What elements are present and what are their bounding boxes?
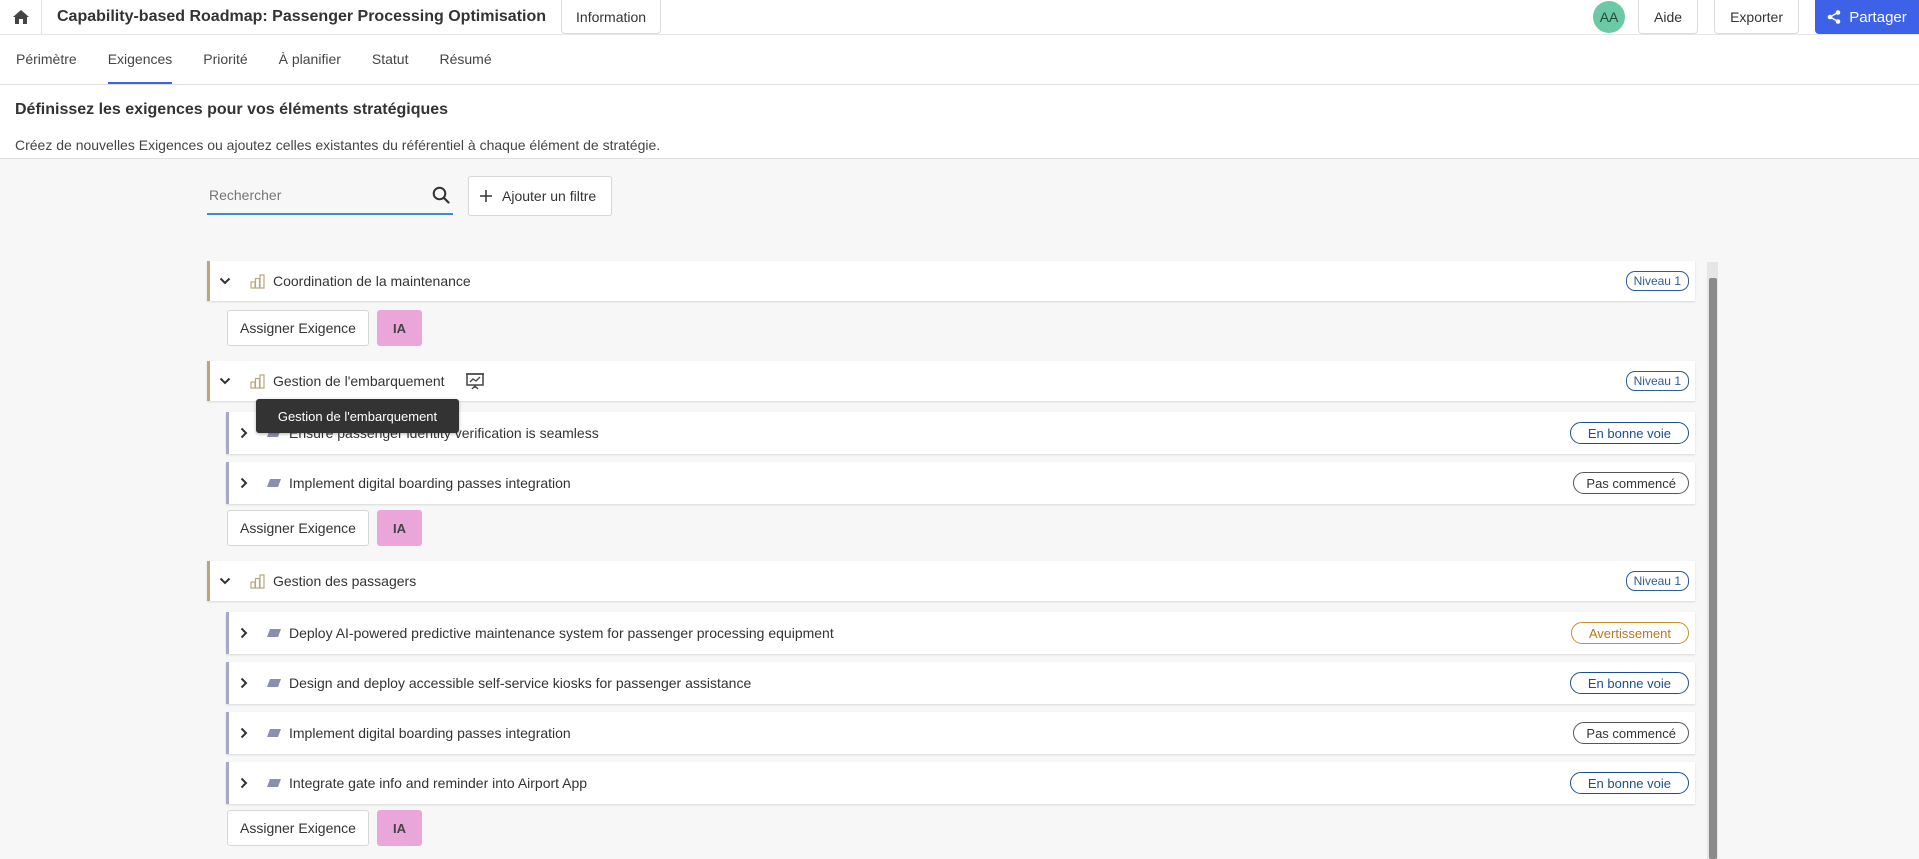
section-description: Créez de nouvelles Exigences ou ajoutez … bbox=[15, 137, 661, 153]
search-input[interactable] bbox=[209, 187, 409, 203]
requirement-row[interactable]: Design and deploy accessible self-servic… bbox=[226, 662, 1695, 704]
assign-requirement-button[interactable]: Assigner Exigence bbox=[227, 510, 369, 546]
tab-perimetre[interactable]: Périmètre bbox=[16, 34, 77, 84]
ia-button[interactable]: IA bbox=[376, 510, 422, 546]
status-badge: En bonne voie bbox=[1569, 772, 1689, 794]
information-button[interactable]: Information bbox=[561, 0, 662, 34]
avatar[interactable]: AA bbox=[1593, 1, 1626, 33]
requirement-icon bbox=[267, 479, 281, 487]
search-box bbox=[207, 177, 453, 215]
status-badge: En bonne voie bbox=[1569, 672, 1689, 694]
chevron-right-icon[interactable] bbox=[237, 476, 251, 490]
requirement-label: Integrate gate info and reminder into Ai… bbox=[289, 775, 588, 791]
chevron-down-icon[interactable] bbox=[218, 274, 232, 288]
assign-actions: Assigner Exigence IA bbox=[227, 510, 422, 546]
level-badge: Niveau 1 bbox=[1625, 371, 1689, 391]
tab-statut[interactable]: Statut bbox=[372, 34, 409, 84]
requirement-row[interactable]: Deploy AI-powered predictive maintenance… bbox=[226, 612, 1695, 654]
section-title: Définissez les exigences pour vos élémen… bbox=[15, 101, 449, 118]
requirement-label: Implement digital boarding passes integr… bbox=[289, 475, 571, 491]
tab-resume[interactable]: Résumé bbox=[440, 34, 492, 84]
capability-icon bbox=[250, 573, 265, 589]
requirement-icon bbox=[267, 779, 281, 787]
ia-button[interactable]: IA bbox=[376, 810, 422, 846]
assign-actions: Assigner Exigence IA bbox=[227, 810, 422, 846]
share-icon bbox=[1827, 10, 1841, 24]
status-badge: En bonne voie bbox=[1569, 422, 1689, 444]
level-badge: Niveau 1 bbox=[1625, 271, 1689, 291]
share-label: Partager bbox=[1849, 8, 1907, 26]
requirement-row[interactable]: Implement digital boarding passes integr… bbox=[226, 462, 1695, 504]
plus-icon bbox=[480, 190, 492, 202]
status-badge: Pas commencé bbox=[1573, 722, 1689, 744]
tab-a-planifier[interactable]: À planifier bbox=[279, 34, 341, 84]
requirement-row[interactable]: Integrate gate info and reminder into Ai… bbox=[226, 762, 1695, 804]
chevron-right-icon[interactable] bbox=[237, 726, 251, 740]
status-badge: Avertissement bbox=[1570, 622, 1689, 644]
chevron-right-icon[interactable] bbox=[237, 676, 251, 690]
presentation-icon[interactable] bbox=[465, 372, 485, 390]
assign-requirement-button[interactable]: Assigner Exigence bbox=[227, 810, 369, 846]
chevron-right-icon[interactable] bbox=[237, 426, 251, 440]
capability-label: Coordination de la maintenance bbox=[273, 273, 471, 289]
home-button[interactable] bbox=[0, 0, 42, 34]
export-button[interactable]: Exporter bbox=[1714, 0, 1799, 34]
chevron-down-icon[interactable] bbox=[218, 374, 232, 388]
requirement-label: Design and deploy accessible self-servic… bbox=[289, 675, 752, 691]
chevron-right-icon[interactable] bbox=[237, 776, 251, 790]
requirement-label: Deploy AI-powered predictive maintenance… bbox=[289, 625, 834, 641]
home-icon bbox=[12, 10, 29, 24]
assign-requirement-button[interactable]: Assigner Exigence bbox=[227, 310, 369, 346]
assign-actions: Assigner Exigence IA bbox=[227, 310, 422, 346]
section-header: Définissez les exigences pour vos élémen… bbox=[0, 85, 1919, 159]
capability-row[interactable]: Gestion de l'embarquement Niveau 1 bbox=[207, 361, 1695, 401]
help-button[interactable]: Aide bbox=[1638, 0, 1699, 34]
status-badge: Pas commencé bbox=[1573, 472, 1689, 494]
capability-row[interactable]: Coordination de la maintenance Niveau 1 bbox=[207, 261, 1695, 301]
capability-icon bbox=[250, 373, 265, 389]
tab-exigences[interactable]: Exigences bbox=[107, 34, 172, 84]
app-title: Capability-based Roadmap: Passenger Proc… bbox=[57, 8, 547, 25]
ia-button[interactable]: IA bbox=[376, 310, 422, 346]
tab-priorite[interactable]: Priorité bbox=[203, 34, 247, 84]
requirement-row[interactable]: Implement digital boarding passes integr… bbox=[226, 712, 1695, 754]
capability-label: Gestion de l'embarquement bbox=[273, 373, 445, 389]
chevron-down-icon[interactable] bbox=[218, 574, 232, 588]
requirement-icon bbox=[267, 629, 281, 637]
tab-bar: Périmètre Exigences Priorité À planifier… bbox=[0, 34, 1919, 85]
scrollbar-thumb[interactable] bbox=[1709, 278, 1717, 859]
requirement-icon bbox=[267, 679, 281, 687]
chevron-right-icon[interactable] bbox=[237, 626, 251, 640]
share-button[interactable]: Partager bbox=[1815, 0, 1919, 34]
add-filter-label: Ajouter un filtre bbox=[502, 188, 597, 204]
add-filter-button[interactable]: Ajouter un filtre bbox=[468, 176, 612, 216]
requirement-icon bbox=[267, 729, 281, 737]
top-bar: Capability-based Roadmap: Passenger Proc… bbox=[0, 0, 1919, 34]
requirement-label: Implement digital boarding passes integr… bbox=[289, 725, 571, 741]
capability-row[interactable]: Gestion des passagers Niveau 1 bbox=[207, 561, 1695, 601]
level-badge: Niveau 1 bbox=[1625, 571, 1689, 591]
capability-icon bbox=[250, 273, 265, 289]
search-icon[interactable] bbox=[432, 186, 450, 204]
capability-label: Gestion des passagers bbox=[273, 573, 417, 589]
tooltip: Gestion de l'embarquement bbox=[256, 399, 459, 433]
top-right-actions: AA Aide Exporter Partager bbox=[1593, 0, 1919, 34]
